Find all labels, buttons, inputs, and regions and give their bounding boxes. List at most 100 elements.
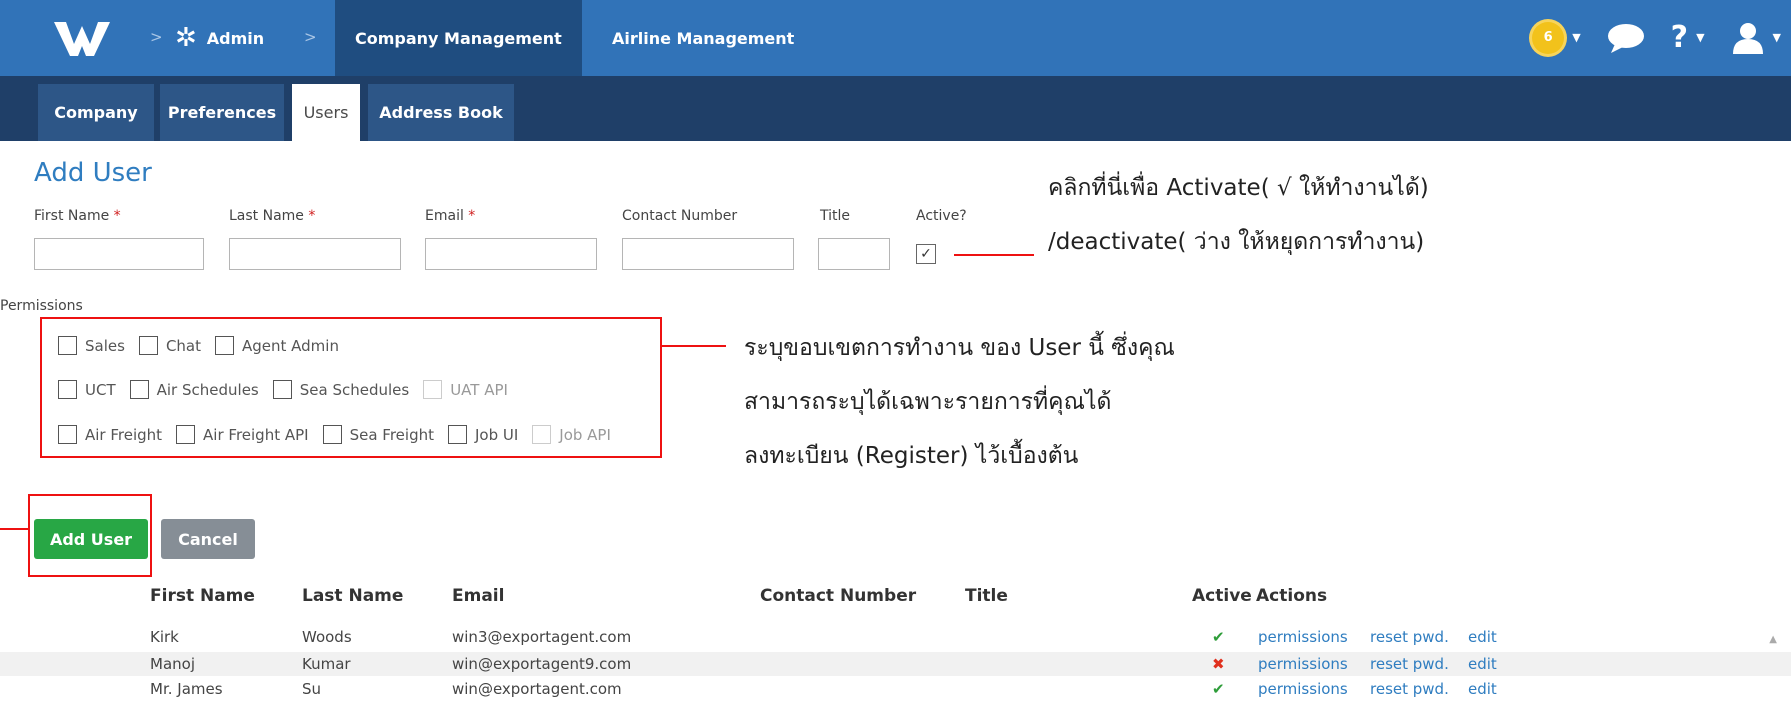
secondary-tab-bar: Company Preferences Users Address Book [0,76,1791,141]
tab-label: Company Management [355,28,562,48]
inactive-cross-icon: ✖ [1212,655,1225,673]
reset-password-link[interactable]: reset pwd. [1370,680,1449,698]
checkbox[interactable] [129,380,149,399]
logo-icon[interactable] [52,16,112,60]
tab-label: Airline Management [612,28,795,48]
checkbox[interactable] [58,380,77,399]
column-header-last-name[interactable]: Last Name [302,586,403,606]
help-icon: ? [1670,20,1689,55]
column-header-active[interactable]: Active [1192,586,1252,606]
permissions-link[interactable]: permissions [1258,628,1348,646]
permission-agent-admin[interactable]: Agent Admin [215,336,339,355]
permission-air-schedules[interactable]: Air Schedules [129,380,259,399]
reset-password-link[interactable]: reset pwd. [1370,655,1449,673]
checkbox[interactable] [215,336,234,355]
permission-uct[interactable]: UCT [58,380,116,399]
column-header-title[interactable]: Title [965,586,1008,606]
annotation-permissions-line2: สามารถระบุได้เฉพาะรายการที่คุณได้ [744,389,1112,415]
help-menu[interactable]: ? ▼ [1671,20,1705,55]
annotation-activate-line1: คลิกที่นี่เพื่อ Activate( √ ให้ทำงานได้) [1048,175,1429,201]
permission-sales[interactable]: Sales [58,336,125,355]
permission-air-freight[interactable]: Air Freight [58,425,162,444]
tab-company[interactable]: Company [38,84,154,141]
permission-uat-api: UAT API [423,380,508,399]
tab-airline-management[interactable]: Airline Management [612,0,794,76]
permission-job-api: Job API [532,425,611,444]
title-field[interactable] [818,238,890,270]
permission-job-ui[interactable]: Job UI [447,425,518,444]
checkbox[interactable] [322,425,342,444]
contact-number-field[interactable] [622,238,794,270]
notification-icon: 6 [1532,21,1565,54]
permission-chat[interactable]: Chat [138,336,201,355]
title-label: Title [820,208,851,224]
cancel-button[interactable]: Cancel [161,519,255,559]
permissions-link[interactable]: permissions [1258,680,1348,698]
user-menu[interactable]: ▼ [1731,22,1781,54]
scroll-up-icon[interactable]: ▲ [1769,634,1777,645]
checkbox[interactable] [58,425,77,444]
contact-number-label: Contact Number [622,208,738,224]
tab-address-book[interactable]: Address Book [368,84,514,141]
column-header-first-name[interactable]: First Name [150,586,255,606]
admin-menu[interactable]: ✲ Admin [175,0,264,76]
permissions-link[interactable]: permissions [1258,655,1348,673]
reset-password-link[interactable]: reset pwd. [1370,628,1449,646]
chevron-down-icon: ▼ [1572,31,1581,44]
annotation-permissions-line1: ระบุขอบเขตการทำงาน ของ User นี้ ซึ่งคุณ [744,335,1175,361]
checkbox[interactable] [272,380,292,399]
checkbox[interactable] [447,425,467,444]
table-row[interactable]: Kirk Woods win3@exportagent.com ✔ permis… [0,625,1791,649]
tab-preferences[interactable]: Preferences [160,84,284,141]
checkbox[interactable] [176,425,196,444]
column-header-contact-number[interactable]: Contact Number [760,586,916,606]
tab-label: Preferences [167,103,277,122]
annotation-activate-line2: /deactivate( ว่าง ให้หยุดการทำงาน) [1048,229,1425,255]
tab-company-management[interactable]: Company Management [335,0,582,76]
edit-link[interactable]: edit [1468,628,1497,646]
permissions-label: Permissions [0,298,83,314]
checkbox [532,425,552,444]
email-label: Email * [425,208,476,224]
first-name-cell: Manoj [150,655,195,673]
edit-link[interactable]: edit [1468,680,1497,698]
notification-menu[interactable]: 6 ▼ [1532,21,1581,54]
last-name-cell: Woods [302,628,352,646]
email-field[interactable] [425,238,597,270]
annotation-pointer [0,528,28,530]
tab-label: Company [54,103,138,122]
column-header-email[interactable]: Email [452,586,504,606]
email-cell: win@exportagent.com [452,680,622,698]
annotation-pointer [954,254,1034,256]
tab-label: Address Book [379,103,503,122]
last-name-label: Last Name * [229,208,316,224]
checkbox [423,380,443,399]
user-icon [1732,22,1763,54]
last-name-cell: Su [302,680,322,698]
tab-users[interactable]: Users [292,84,360,141]
permission-sea-schedules[interactable]: Sea Schedules [272,380,409,399]
breadcrumb-separator: > [304,28,317,46]
permission-sea-freight[interactable]: Sea Freight [322,425,434,444]
last-name-field[interactable] [229,238,401,270]
last-name-cell: Kumar [302,655,351,673]
active-checkbox[interactable]: ✓ [916,244,936,264]
permissions-row: Sales Chat Agent Admin [58,336,353,355]
table-row[interactable]: Mr. James Su win@exportagent.com ✔ permi… [0,677,1791,701]
checkbox[interactable] [58,336,77,355]
top-right-toolbar: 6 ▼ ? ▼ ▼ [1532,20,1781,55]
column-header-actions: Actions [1256,586,1328,606]
table-row[interactable]: Manoj Kumar win@exportagent9.com ✖ permi… [0,652,1791,676]
chat-menu[interactable] [1607,22,1645,54]
first-name-label: First Name * [34,208,121,224]
checkbox[interactable] [138,336,158,355]
first-name-field[interactable] [34,238,204,270]
chevron-down-icon: ▼ [1696,31,1705,44]
add-user-button[interactable]: Add User [34,519,148,559]
permission-air-freight-api[interactable]: Air Freight API [176,425,309,444]
chevron-down-icon: ▼ [1772,31,1781,44]
edit-link[interactable]: edit [1468,655,1497,673]
admin-label: Admin [206,28,265,48]
permissions-row: Air Freight Air Freight API Sea Freight … [58,425,625,444]
first-name-cell: Mr. James [150,680,223,698]
